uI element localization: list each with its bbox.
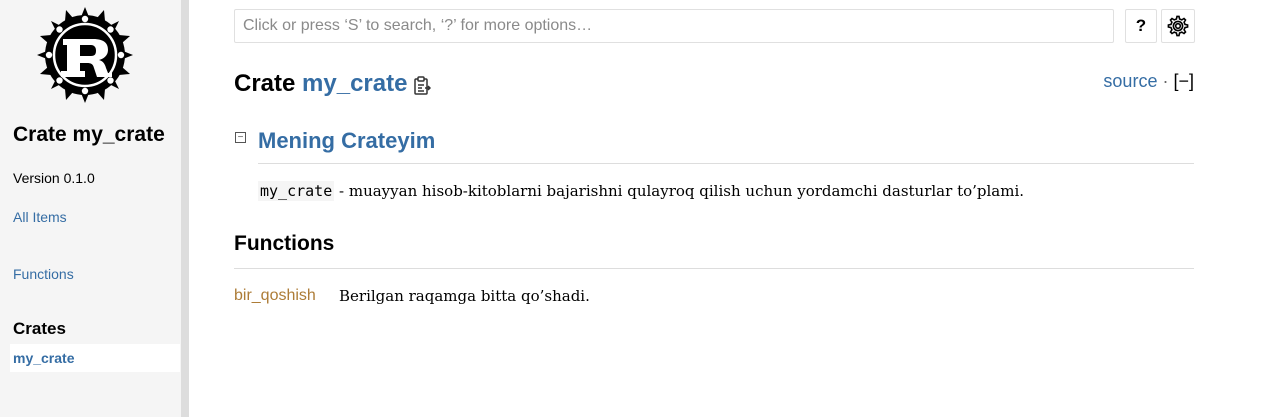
inline-code: my_crate <box>258 181 335 201</box>
out-of-band: source · [−] <box>1103 71 1194 92</box>
source-link[interactable]: source <box>1103 71 1157 91</box>
sidebar-version: Version 0.1.0 <box>13 170 95 186</box>
clipboard-icon[interactable] <box>413 76 431 96</box>
sidebar-item-all-items[interactable]: All Items <box>13 209 67 225</box>
settings-button[interactable] <box>1161 9 1195 43</box>
search-input[interactable] <box>234 9 1114 43</box>
docblock-heading[interactable]: Mening Crateyim <box>258 128 435 154</box>
sidebar-item-current-crate[interactable]: my_crate <box>10 344 180 372</box>
page-title-kind: Crate <box>234 70 296 97</box>
docblock-collapse-toggle[interactable]: − <box>235 132 246 143</box>
page-title-crate-link[interactable]: my_crate <box>302 70 407 97</box>
help-button[interactable]: ? <box>1125 9 1157 43</box>
sidebar-crate-title: Crate my_crate <box>13 123 165 146</box>
sidebar-item-label: my_crate <box>13 350 75 366</box>
divider <box>234 268 1194 269</box>
separator: · <box>1162 71 1169 91</box>
sidebar: Crate my_crate Version 0.1.0 All Items F… <box>0 0 181 417</box>
collapse-all-toggle[interactable]: [−] <box>1173 71 1194 91</box>
docblock-description: - muayyan hisob-kitoblarni bajarishni qu… <box>334 182 1025 200</box>
sidebar-item-functions[interactable]: Functions <box>13 266 74 282</box>
docblock-text: my_crate - muayyan hisob-kitoblarni baja… <box>258 181 1025 201</box>
rust-logo-icon[interactable] <box>35 5 135 105</box>
sidebar-resizer[interactable] <box>181 0 189 417</box>
divider <box>258 163 1194 164</box>
function-description: Berilgan raqamga bitta qo’shadi. <box>339 287 590 305</box>
gear-icon <box>1167 15 1189 37</box>
function-link-bir-qoshish[interactable]: bir_qoshish <box>234 287 316 305</box>
sidebar-crates-heading: Crates <box>13 319 66 338</box>
functions-section-heading[interactable]: Functions <box>234 232 334 256</box>
page-title: Crate my_crate <box>234 70 407 98</box>
